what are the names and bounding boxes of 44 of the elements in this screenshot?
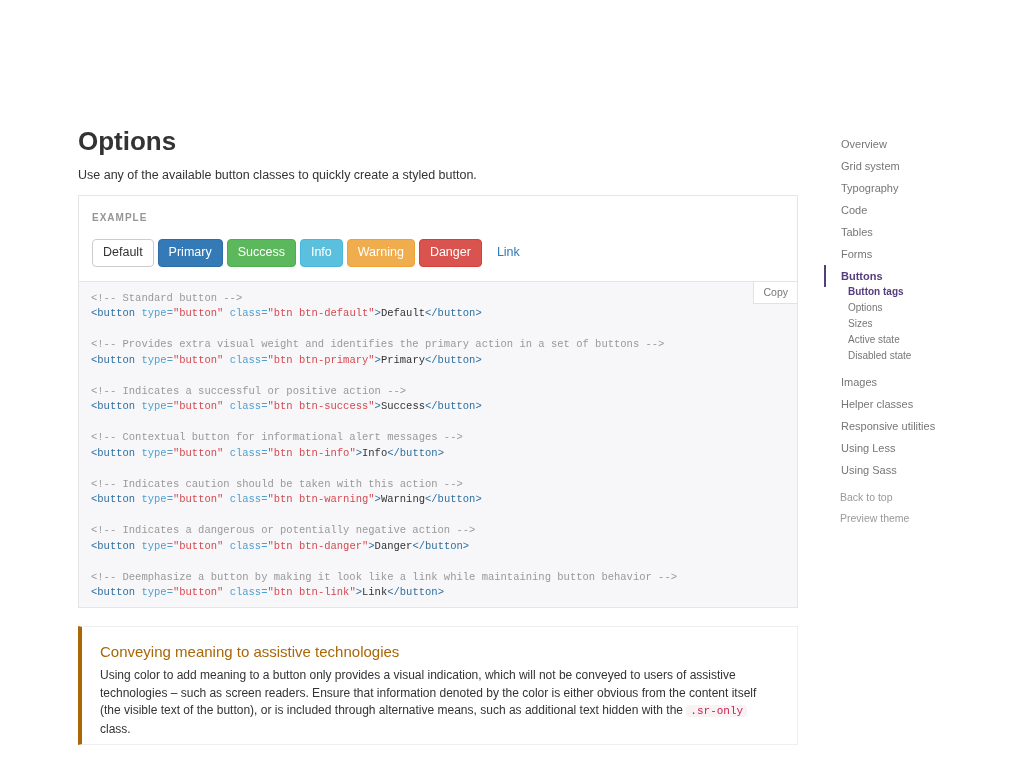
code-line: <button type="button" class="btn btn-default">Default</button> bbox=[91, 306, 482, 322]
demo-button[interactable]: Primary bbox=[157, 238, 223, 267]
code-comment: <!-- Indicates caution should be taken with this action --> bbox=[91, 476, 463, 492]
nav-link[interactable]: Images bbox=[824, 371, 990, 393]
code-comment: <!-- Deemphasize a button by making it look like a link while maintaining button behavior --> bbox=[91, 569, 677, 585]
nav-link[interactable]: Back to top bbox=[840, 487, 990, 508]
example-label: EXAMPLE bbox=[92, 210, 149, 225]
nav-link[interactable]: Forms bbox=[824, 243, 990, 265]
nav-link[interactable]: Buttons bbox=[824, 265, 990, 287]
code-comment: <!-- Provides extra visual weight and identifies the primary action in a set of buttons --> bbox=[91, 337, 665, 353]
code-line: <button type="button" class="btn btn-link">Link</button> bbox=[91, 585, 444, 601]
code-line: <button type="button" class="btn btn-danger">Danger</button> bbox=[91, 538, 470, 554]
demo-button[interactable]: Success bbox=[226, 238, 296, 267]
callout-title: Conveying meaning to assistive technologies bbox=[100, 641, 401, 662]
nav-link[interactable]: Code bbox=[824, 199, 990, 221]
callout-text: Using color to add meaning to a button only provides a visual indication, which will not be conveyed to users of assistive technologies – such as screen readers. Ensure that information denoted by the color is either obvious from the content itself (the visible text of the button), or is included through alternative means, such as additional text hidden with the .sr-only class. bbox=[100, 667, 758, 738]
nav-sublink[interactable]: Active state bbox=[848, 332, 990, 348]
copy-button[interactable]: Copy bbox=[753, 281, 797, 305]
code-line: <button type="button" class="btn btn-warning">Warning</button> bbox=[91, 492, 482, 508]
nav-link[interactable]: Grid system bbox=[824, 155, 990, 177]
code-comment: <!-- Contextual button for informational alert messages --> bbox=[91, 430, 463, 446]
nav-link[interactable]: Typography bbox=[824, 177, 990, 199]
nav-sublink[interactable]: Sizes bbox=[848, 316, 990, 332]
code-comment: <!-- Indicates a dangerous or potentially negative action --> bbox=[91, 523, 476, 539]
code-line: <button type="button" class="btn btn-primary">Primary</button> bbox=[91, 352, 482, 368]
nav-link[interactable]: Helper classes bbox=[824, 393, 990, 415]
nav-link[interactable]: Tables bbox=[824, 221, 990, 243]
code-comment: <!-- Indicates a successful or positive action --> bbox=[91, 383, 407, 399]
nav-link[interactable]: Using Sass bbox=[824, 459, 990, 481]
nav-link[interactable]: Responsive utilities bbox=[824, 415, 990, 437]
nav-sublink[interactable]: Button tags bbox=[848, 284, 990, 300]
nav-sublink[interactable]: Options bbox=[848, 300, 990, 316]
nav-link[interactable]: Preview theme bbox=[840, 508, 990, 529]
demo-button[interactable]: Danger bbox=[418, 238, 482, 267]
link[interactable]: Link bbox=[485, 238, 531, 267]
page-heading: Options bbox=[78, 126, 178, 156]
nav-link[interactable]: Overview bbox=[824, 133, 990, 155]
code-line: <button type="button" class="btn btn-info">Info</button> bbox=[91, 445, 444, 461]
nav-sublink[interactable]: Disabled state bbox=[848, 348, 990, 364]
code-line: <button type="button" class="btn btn-success">Success</button> bbox=[91, 399, 482, 415]
code-comment: <!-- Standard button --> bbox=[91, 290, 243, 306]
intro-text: Use any of the available button classes to quickly create a styled button. bbox=[78, 167, 478, 184]
nav-link[interactable]: Using Less bbox=[824, 437, 990, 459]
demo-button[interactable]: Default bbox=[92, 238, 154, 267]
